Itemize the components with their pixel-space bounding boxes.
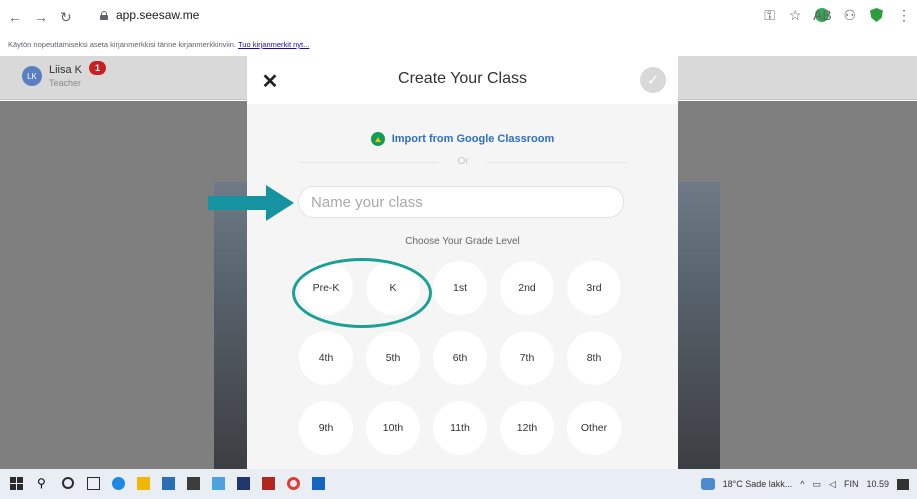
weather-text[interactable]: 18°C Sade lakk... [723,477,793,491]
search-icon[interactable]: ⚲ [37,476,50,490]
or-label: Or [457,156,469,167]
modal-header: ✕ Create Your Class ✓ [247,56,678,104]
system-tray: 18°C Sade lakk... ^ ▭ ◁ FIN 10.59 [700,477,909,491]
google-classroom-icon [370,132,385,146]
import-google-classroom-link[interactable]: Import from Google Classroom [247,132,678,146]
grade-button-7th[interactable]: 7th [500,331,554,385]
grade-button-1st[interactable]: 1st [433,261,487,315]
notification-icon[interactable] [897,478,909,490]
class-name-input[interactable] [298,186,624,218]
powerpoint-icon[interactable] [262,477,275,490]
network-icon[interactable]: ▭ [813,477,822,491]
grade-button-4th[interactable]: 4th [299,331,353,385]
grade-button-8th[interactable]: 8th [567,331,621,385]
outlook-icon[interactable] [312,477,325,490]
bookmark-bar: Käytön nopeuttamiseksi aseta kirjanmerkk… [0,36,917,56]
clock[interactable]: 10.59 [866,477,889,491]
app-icon[interactable] [212,477,225,490]
forward-icon[interactable]: → [34,9,48,25]
teams-icon[interactable] [237,477,250,490]
check-icon[interactable]: ✓ [640,67,666,93]
weather-icon[interactable] [700,478,715,490]
store-icon[interactable] [187,477,200,490]
mail-icon[interactable] [162,477,175,490]
grade-button-other[interactable]: Other [567,401,621,455]
browser-toolbar: ← → ↻ app.seesaw.me ⚿ ☆ AB ⚇ ⋮ [0,0,917,36]
grade-button-10th[interactable]: 10th [366,401,420,455]
browser-actions: ⚿ ☆ AB ⚇ ⋮ [764,7,911,23]
star-icon[interactable]: ☆ [789,7,802,23]
back-icon[interactable]: ← [8,9,22,25]
import-google-label: Import from Google Classroom [391,133,555,145]
key-icon[interactable]: ⚿ [764,7,775,23]
file-explorer-icon[interactable] [137,477,150,490]
import-bookmarks-link[interactable]: Tuo kirjanmerkit nyt... [238,40,309,49]
or-divider: Or [299,156,627,170]
grade-button-5th[interactable]: 5th [366,331,420,385]
task-view-icon[interactable] [87,477,100,490]
grade-button-9th[interactable]: 9th [299,401,353,455]
highlight-circle [292,258,432,328]
grade-button-3rd[interactable]: 3rd [567,261,621,315]
bookmark-hint: Käytön nopeuttamiseksi aseta kirjanmerkk… [8,40,237,49]
address-bar-url[interactable]: app.seesaw.me [116,8,199,22]
reload-icon[interactable]: ↻ [60,9,72,26]
modal-title: Create Your Class [398,70,527,87]
chrome-icon[interactable] [287,477,300,490]
grade-button-12th[interactable]: 12th [500,401,554,455]
volume-icon[interactable]: ◁ [829,477,836,491]
create-class-modal: ✕ Create Your Class ✓ Import from Google… [247,56,678,469]
lock-icon [100,11,108,20]
grade-level-prompt: Choose Your Grade Level [405,236,520,247]
notification-badge[interactable]: 1 [89,61,106,75]
extension-icon[interactable]: AB [813,7,832,23]
edge-icon[interactable] [112,477,125,490]
windows-start-icon[interactable] [10,477,23,490]
grade-button-2nd[interactable]: 2nd [500,261,554,315]
windows-taskbar: ⚲ 18°C Sade lakk... ^ ▭ ◁ FIN 10.59 [0,469,917,499]
arrow-annotation-icon [208,185,294,221]
grade-button-11th[interactable]: 11th [433,401,487,455]
menu-icon[interactable]: ⋮ [897,7,911,23]
shield-icon[interactable] [870,8,883,22]
chevron-up-icon[interactable]: ^ [800,477,804,491]
language-indicator[interactable]: FIN [844,477,859,491]
grade-button-6th[interactable]: 6th [433,331,487,385]
profile-icon[interactable]: ⚇ [843,7,856,23]
cortana-icon[interactable] [62,477,74,489]
user-role: Teacher [49,78,82,88]
user-name[interactable]: Liisa K [49,64,82,76]
avatar[interactable]: LK [22,66,42,86]
